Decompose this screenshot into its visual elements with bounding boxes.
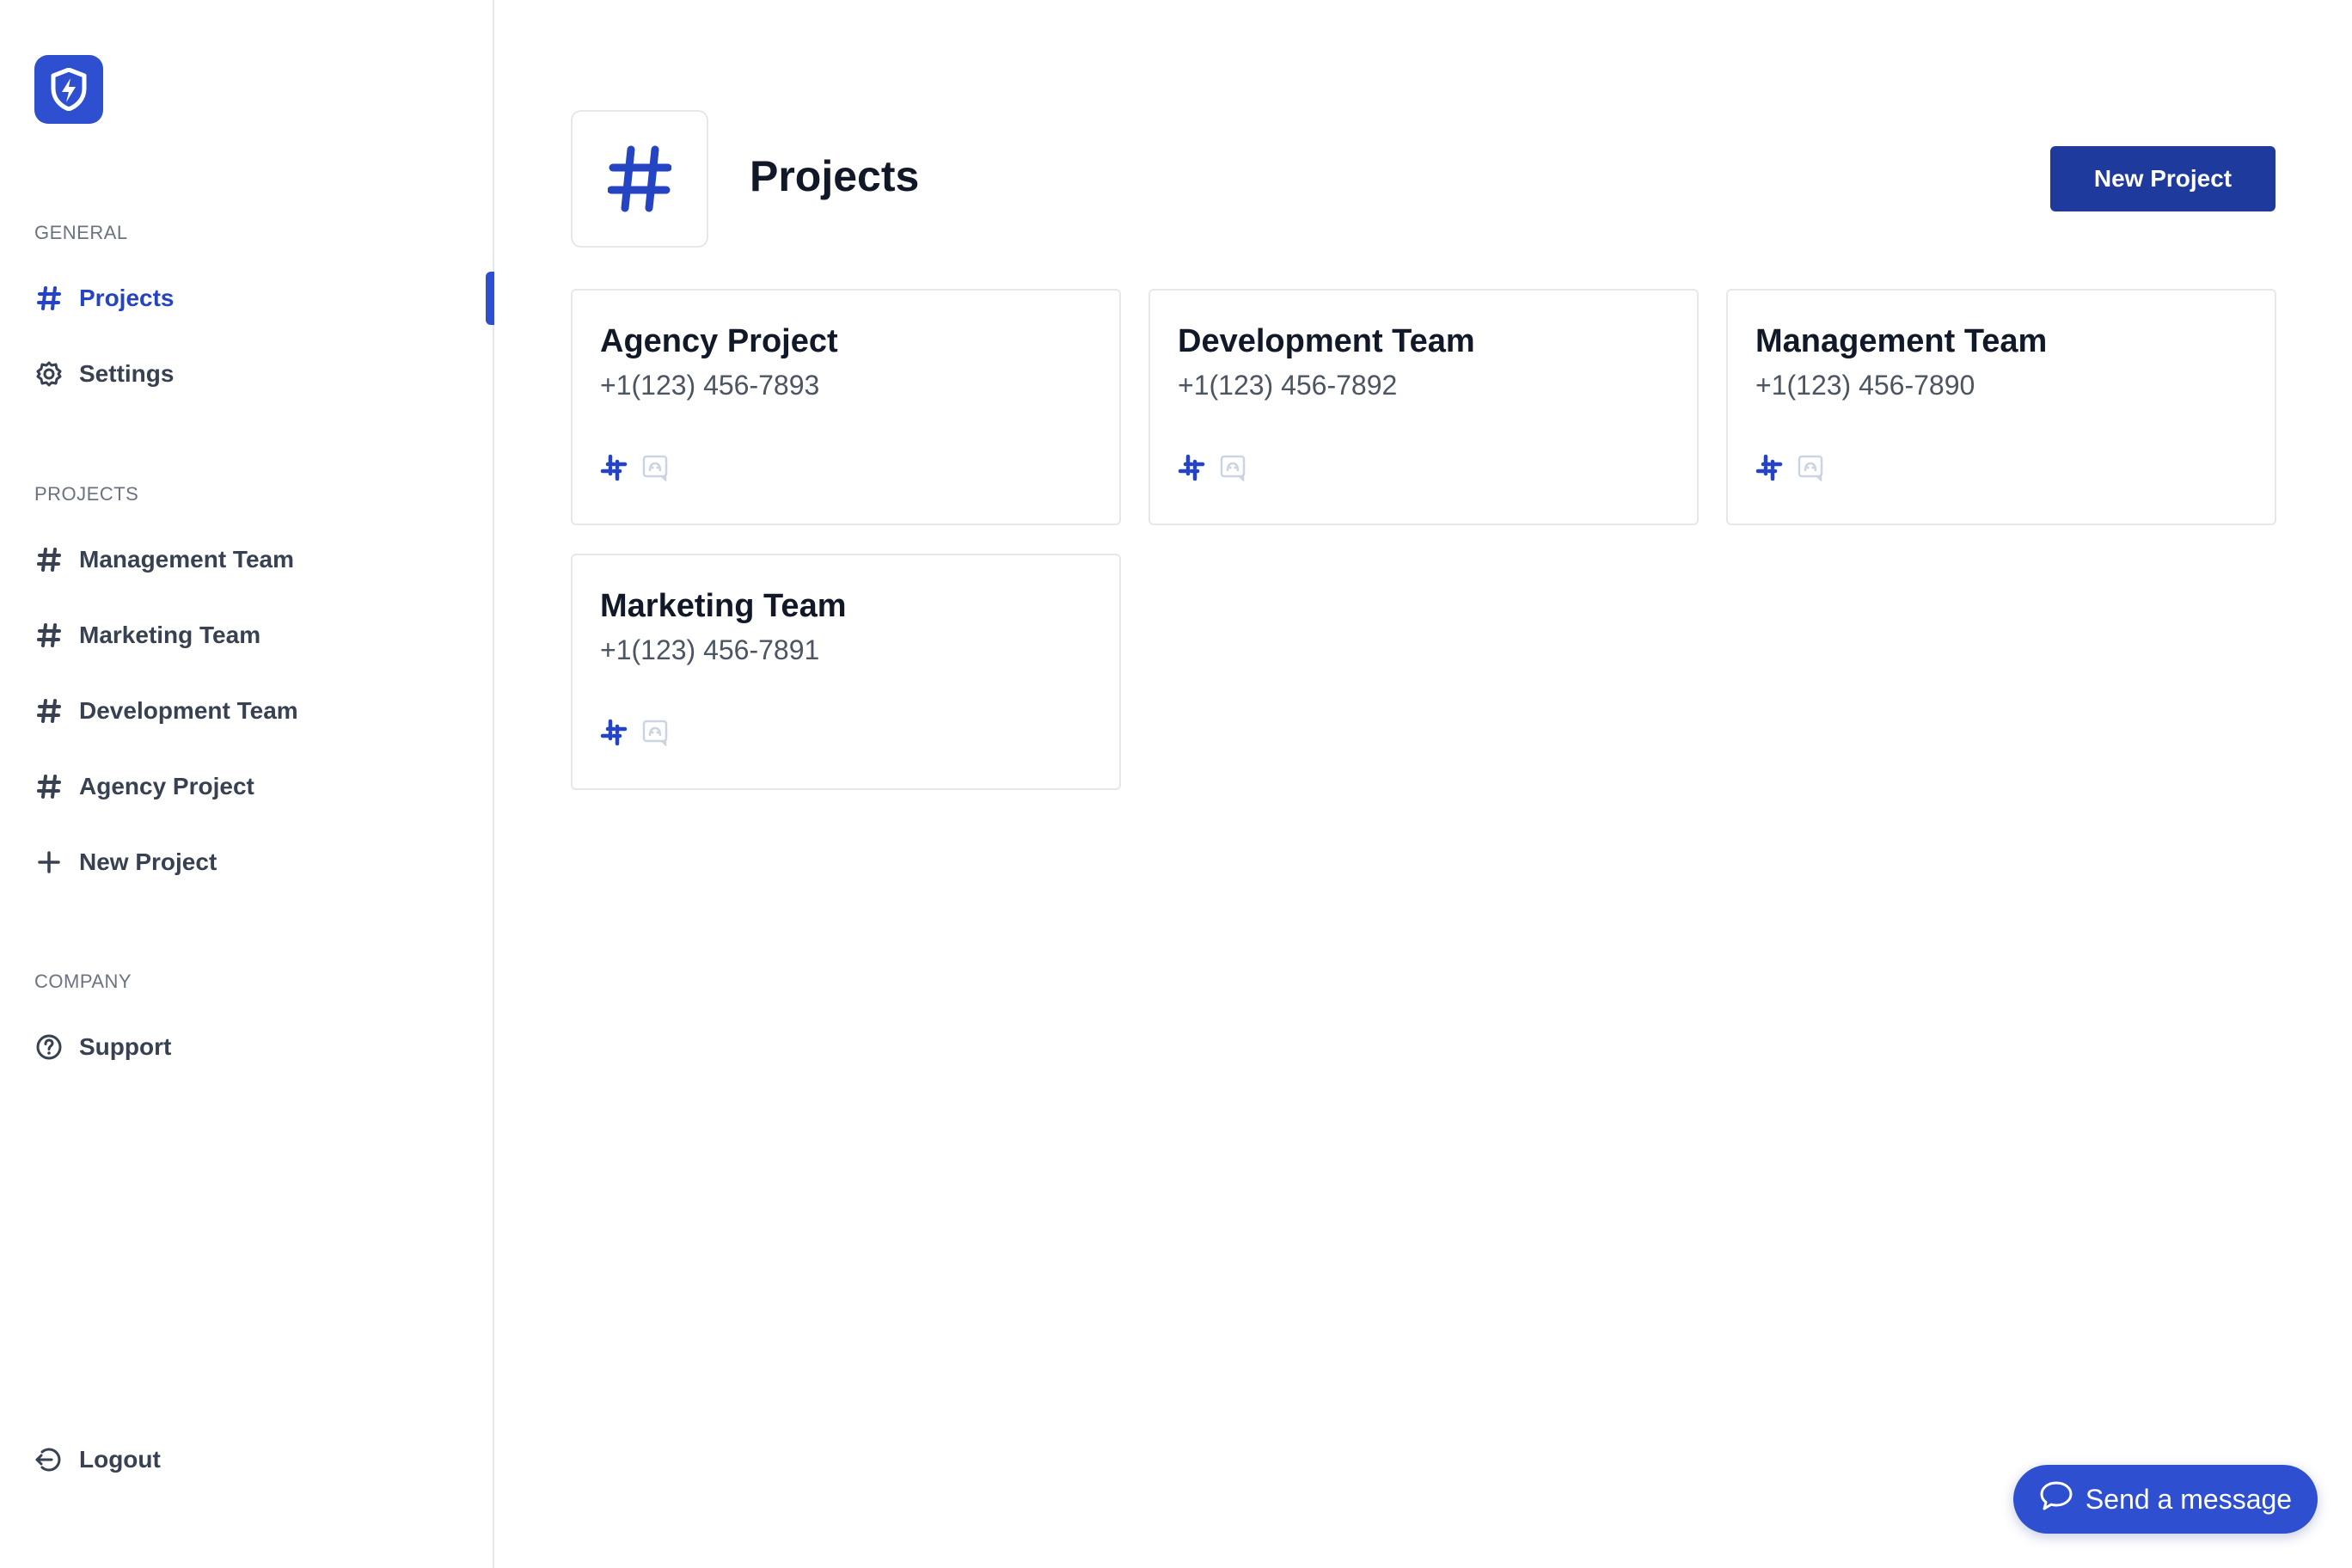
project-card-agency-project[interactable]: Agency Project +1(123) 456-7893 [571,289,1121,525]
logout-icon [34,1445,64,1474]
gear-icon [34,359,64,389]
sidebar-item-development-team[interactable]: Development Team [34,689,298,732]
discord-icon[interactable] [641,454,669,481]
card-integrations [1755,454,1824,481]
slack-icon[interactable] [1755,454,1783,481]
new-project-button[interactable]: New Project [2050,146,2275,211]
help-circle-icon [34,1032,64,1062]
page-icon-box [571,110,708,248]
card-phone: +1(123) 456-7892 [1178,370,1398,401]
sidebar-item-new-project[interactable]: New Project [34,841,217,884]
sidebar-item-projects[interactable]: Projects [34,277,175,320]
logout-label: Logout [79,1446,161,1473]
card-title: Development Team [1178,323,1475,359]
sidebar-item-label: Development Team [79,697,298,724]
hash-icon [34,284,64,313]
project-card-marketing-team[interactable]: Marketing Team +1(123) 456-7891 [571,554,1121,790]
card-phone: +1(123) 456-7890 [1755,370,1975,401]
sidebar-item-label: Agency Project [79,773,254,799]
card-integrations [600,454,669,481]
sidebar-item-support[interactable]: Support [34,1026,171,1069]
project-card-management-team[interactable]: Management Team +1(123) 456-7890 [1726,289,2276,525]
plus-icon [34,848,64,877]
slack-icon[interactable] [1178,454,1205,481]
section-label-general: GENERAL [34,222,128,243]
sidebar-item-agency-project[interactable]: Agency Project [34,765,254,808]
discord-icon[interactable] [1797,454,1824,481]
app: GENERAL Projects Settings PROJECTS Manag… [0,0,2352,1568]
card-phone: +1(123) 456-7893 [600,370,820,401]
chat-bubble-icon [2039,1480,2073,1518]
card-integrations [1178,454,1246,481]
discord-icon[interactable] [1219,454,1246,481]
sidebar-item-label: Management Team [79,546,294,573]
section-label-projects: PROJECTS [34,483,139,505]
page-title: Projects [750,152,920,200]
hash-icon [34,696,64,726]
discord-icon[interactable] [641,719,669,746]
slack-icon[interactable] [600,719,628,746]
card-title: Agency Project [600,323,838,359]
project-card-development-team[interactable]: Development Team +1(123) 456-7892 [1148,289,1699,525]
hash-icon [34,772,64,801]
hash-icon [608,145,671,212]
logout-button[interactable]: Logout [34,1438,161,1481]
card-integrations [600,719,669,746]
send-message-label: Send a message [2085,1483,2293,1515]
slack-icon[interactable] [600,454,628,481]
sidebar-item-label: New Project [79,848,217,875]
section-label-company: COMPANY [34,971,132,992]
sidebar-item-label: Settings [79,360,175,387]
card-phone: +1(123) 456-7891 [600,634,820,665]
sidebar-item-label: Support [79,1033,172,1060]
app-logo[interactable] [34,55,103,124]
send-message-button[interactable]: Send a message [2013,1465,2318,1534]
sidebar-item-label: Projects [79,285,175,311]
sidebar-item-label: Marketing Team [79,622,261,648]
sidebar: GENERAL Projects Settings PROJECTS Manag… [0,0,494,1568]
shield-bolt-icon [51,68,87,111]
active-indicator [486,272,494,325]
hash-icon [34,545,64,574]
hash-icon [34,621,64,650]
sidebar-item-settings[interactable]: Settings [34,352,174,395]
card-title: Marketing Team [600,588,847,624]
sidebar-item-management-team[interactable]: Management Team [34,538,294,581]
card-title: Management Team [1755,323,2048,359]
sidebar-item-marketing-team[interactable]: Marketing Team [34,614,260,657]
